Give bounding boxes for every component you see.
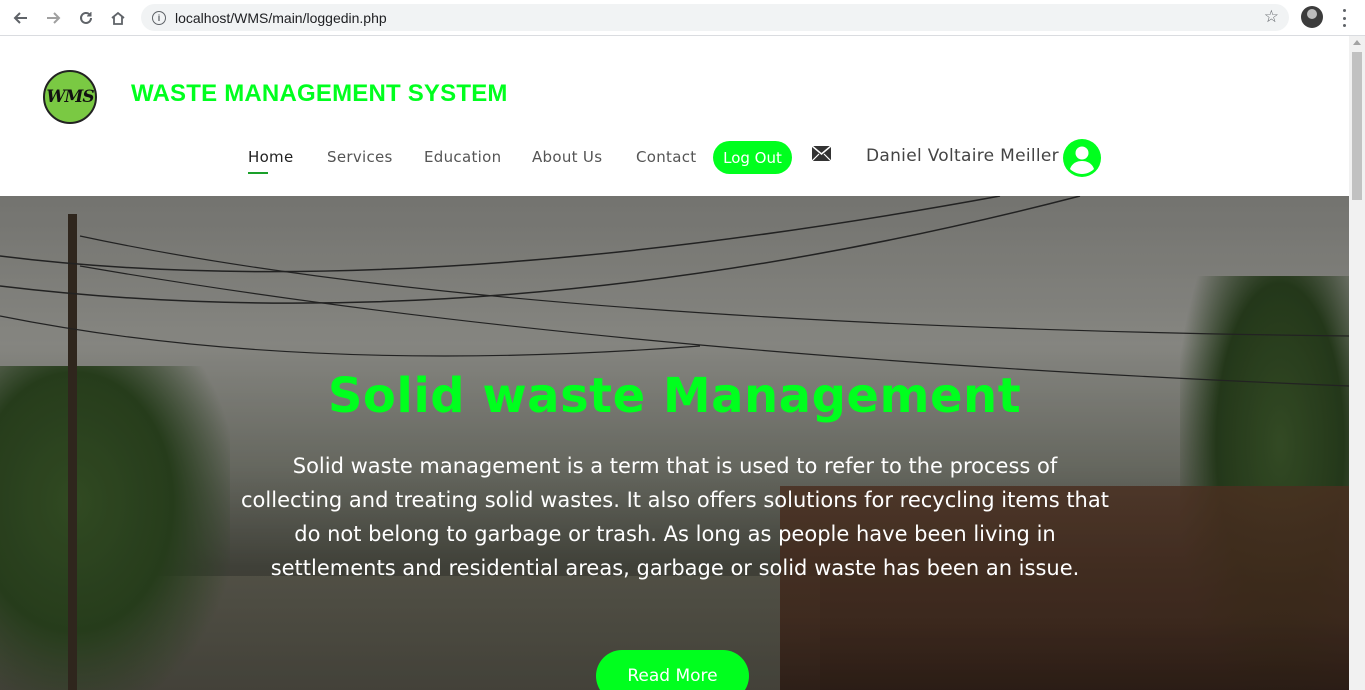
username-label[interactable]: Daniel Voltaire Meiller — [866, 146, 1059, 166]
nav-education[interactable]: Education — [424, 148, 501, 166]
info-icon[interactable]: i — [152, 10, 166, 25]
browser-toolbar: i localhost/WMS/main/loggedin.php ☆ — [0, 0, 1365, 36]
site-header: WMS WASTE MANAGEMENT SYSTEM Home Service… — [0, 36, 1349, 196]
bookmark-star-icon[interactable]: ☆ — [1264, 7, 1279, 27]
url-text[interactable]: localhost/WMS/main/loggedin.php — [175, 10, 387, 26]
profile-avatar[interactable] — [1301, 6, 1323, 28]
browser-menu-icon[interactable] — [1336, 9, 1352, 27]
user-avatar-icon[interactable] — [1063, 139, 1101, 177]
hero-overlay — [0, 196, 1349, 690]
mail-icon[interactable] — [812, 146, 831, 161]
nav-contact[interactable]: Contact — [636, 148, 696, 166]
forward-icon[interactable] — [41, 6, 65, 30]
hero-section: Solid waste Management Solid waste manag… — [0, 196, 1349, 690]
brand-title[interactable]: WASTE MANAGEMENT SYSTEM — [131, 80, 508, 108]
page: WMS WASTE MANAGEMENT SYSTEM Home Service… — [0, 36, 1349, 690]
scrollbar-thumb[interactable] — [1352, 52, 1362, 200]
nav-about-us[interactable]: About Us — [532, 148, 602, 166]
address-bar[interactable]: i localhost/WMS/main/loggedin.php ☆ — [141, 4, 1289, 31]
main-nav: Home Services Education About Us Contact — [0, 140, 1349, 180]
page-scrollbar[interactable] — [1349, 36, 1365, 690]
read-more-button[interactable]: Read More — [596, 650, 749, 690]
hero-title: Solid waste Management — [327, 368, 1022, 424]
hero-description: Solid waste management is a term that is… — [241, 454, 1109, 580]
home-icon[interactable] — [106, 6, 130, 30]
site-logo[interactable]: WMS — [43, 70, 97, 124]
reload-icon[interactable] — [74, 6, 98, 30]
logout-button[interactable]: Log Out — [713, 141, 792, 174]
nav-home[interactable]: Home — [248, 148, 294, 174]
scroll-up-icon[interactable] — [1353, 40, 1361, 45]
nav-services[interactable]: Services — [327, 148, 393, 166]
back-icon[interactable] — [9, 6, 33, 30]
logo-text: WMS — [46, 87, 94, 107]
